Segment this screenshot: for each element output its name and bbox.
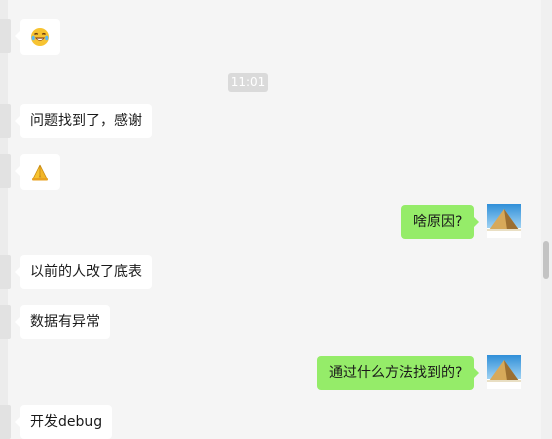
message-text: 啥原因?	[413, 214, 463, 230]
contact-avatar[interactable]	[0, 19, 11, 53]
message-bubble-incoming[interactable]: 问题找到了，感谢	[15, 104, 152, 138]
message-text: 问题找到了，感谢	[30, 113, 142, 129]
contact-avatar[interactable]	[0, 154, 11, 188]
message-timestamp: 11:01	[228, 73, 268, 92]
message-bubble-incoming[interactable]	[15, 154, 60, 190]
my-avatar[interactable]	[487, 204, 521, 238]
praying-hands-emoji-icon	[32, 164, 48, 181]
message-bubble-incoming[interactable]	[15, 19, 60, 55]
contact-avatar[interactable]	[0, 305, 11, 339]
contact-avatar[interactable]	[0, 104, 11, 138]
chat-left-edge	[0, 0, 8, 439]
message-bubble-incoming[interactable]: 以前的人改了底表	[15, 255, 152, 289]
vertical-scrollbar[interactable]	[541, 0, 552, 439]
message-text: 通过什么方法找到的?	[329, 365, 463, 381]
message-text: 开发debug	[30, 414, 103, 430]
contact-avatar[interactable]	[0, 405, 11, 439]
message-bubble-outgoing[interactable]: 通过什么方法找到的?	[317, 356, 480, 390]
laughing-tears-emoji-icon	[31, 28, 49, 46]
message-text: 数据有异常	[30, 314, 100, 330]
contact-avatar[interactable]	[0, 255, 11, 289]
message-text: 以前的人改了底表	[30, 264, 142, 280]
scrollbar-thumb[interactable]	[543, 241, 549, 279]
message-bubble-incoming[interactable]: 开发debug	[14, 405, 113, 439]
chat-message-area: 11:01 问题找到了，感谢 啥原因? 以前的人改了底表 数据有异常 通过什么方…	[0, 0, 541, 439]
my-avatar[interactable]	[487, 355, 521, 389]
message-bubble-outgoing[interactable]: 啥原因?	[401, 205, 480, 239]
message-bubble-incoming[interactable]: 数据有异常	[15, 305, 110, 339]
pyramid-avatar-icon	[487, 355, 521, 389]
pyramid-avatar-icon	[487, 204, 521, 238]
